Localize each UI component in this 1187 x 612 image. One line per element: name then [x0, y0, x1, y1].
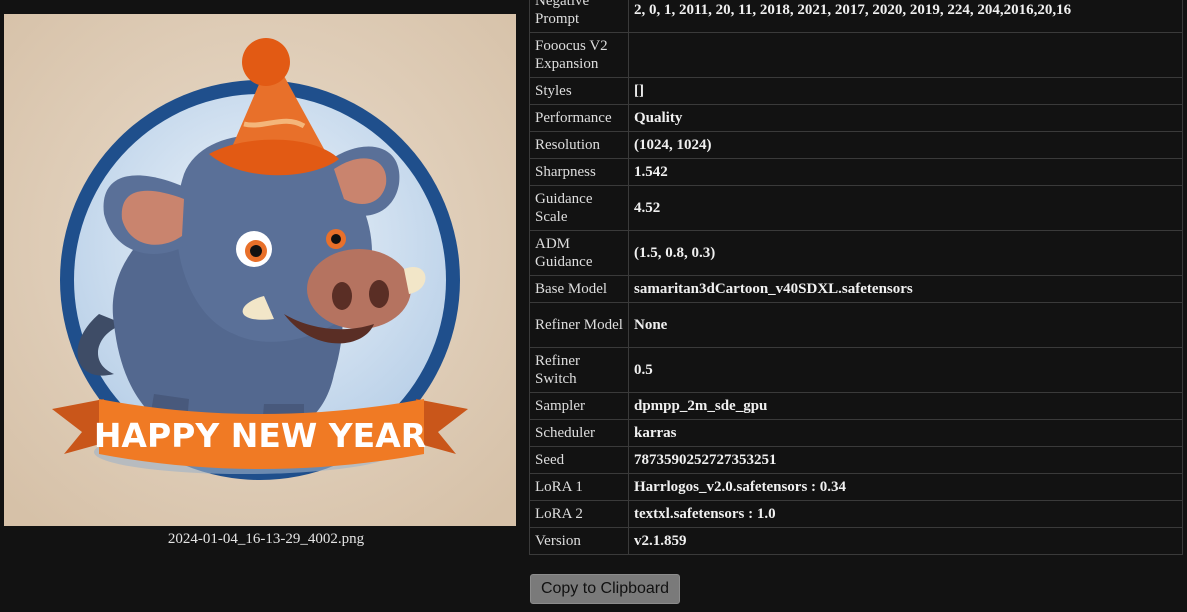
metadata-row: Fooocus V2 Expansion — [529, 32, 1183, 78]
metadata-key: LoRA 2 — [529, 500, 629, 528]
boar-illustration: HAPPY NEW YEAR — [4, 14, 516, 526]
metadata-key: Refiner Model — [529, 302, 629, 348]
metadata-value: v2.1.859 — [628, 527, 1183, 555]
banner-text: HAPPY NEW YEAR — [94, 416, 426, 455]
metadata-row: ADM Guidance (1.5, 0.8, 0.3) — [529, 230, 1183, 276]
metadata-row: Seed 7873590252727353251 — [529, 446, 1183, 474]
metadata-row: Version v2.1.859 — [529, 527, 1183, 555]
metadata-row: Refiner Switch 0.5 — [529, 347, 1183, 393]
metadata-key: Refiner Switch — [529, 347, 629, 393]
metadata-value: 7873590252727353251 — [628, 446, 1183, 474]
generated-image[interactable]: HAPPY NEW YEAR — [4, 14, 516, 526]
metadata-key: Performance — [529, 104, 629, 132]
metadata-value: Quality — [628, 104, 1183, 132]
metadata-key: Guidance Scale — [529, 185, 629, 231]
metadata-key: Seed — [529, 446, 629, 474]
metadata-row: Base Model samaritan3dCartoon_v40SDXL.saf… — [529, 275, 1183, 303]
metadata-value: karras — [628, 419, 1183, 447]
metadata-key: Negative Prompt — [529, 0, 629, 33]
metadata-value: Harrlogos_v2.0.safetensors : 0.34 — [628, 473, 1183, 501]
metadata-value: samaritan3dCartoon_v40SDXL.safetensors — [628, 275, 1183, 303]
metadata-value: [] — [628, 77, 1183, 105]
metadata-value: 1.542 — [628, 158, 1183, 186]
image-filename: 2024-01-04_16-13-29_4002.png — [167, 531, 365, 547]
metadata-row: Styles[] — [529, 77, 1183, 105]
metadata-row: LoRA 1 Harrlogos_v2.0.safetensors : 0.34 — [529, 473, 1183, 501]
metadata-value: 4.52 — [628, 185, 1183, 231]
copy-to-clipboard-button[interactable]: Copy to Clipboard — [530, 574, 680, 604]
metadata-row: Scheduler karras — [529, 419, 1183, 447]
metadata-key: Scheduler — [529, 419, 629, 447]
metadata-value: textxl.safetensors : 1.0 — [628, 500, 1183, 528]
metadata-value: (1024, 1024) — [628, 131, 1183, 159]
metadata-key: ADM Guidance — [529, 230, 629, 276]
metadata-key: Sampler — [529, 392, 629, 420]
metadata-row: LoRA 2 textxl.safetensors : 1.0 — [529, 500, 1183, 528]
metadata-row: Refiner Model None — [529, 302, 1183, 348]
metadata-key: Fooocus V2 Expansion — [529, 32, 629, 78]
metadata-row: Guidance Scale 4.52 — [529, 185, 1183, 231]
metadata-row: Sampler dpmpp_2m_sde_gpu — [529, 392, 1183, 420]
metadata-key: Resolution — [529, 131, 629, 159]
metadata-value — [628, 32, 1183, 78]
metadata-value: (1.5, 0.8, 0.3) — [628, 230, 1183, 276]
metadata-key: Styles — [529, 77, 629, 105]
metadata-row: Resolution (1024, 1024) — [529, 131, 1183, 159]
metadata-key: Base Model — [529, 275, 629, 303]
metadata-table: Negative Prompt 2, 0, 1, 2011, 20, 11, 20… — [529, 0, 1183, 555]
metadata-value: dpmpp_2m_sde_gpu — [628, 392, 1183, 420]
metadata-key: LoRA 1 — [529, 473, 629, 501]
metadata-value: 2, 0, 1, 2011, 20, 11, 2018, 2021, 2017,… — [628, 0, 1183, 33]
metadata-key: Version — [529, 527, 629, 555]
metadata-row: Negative Prompt 2, 0, 1, 2011, 20, 11, 20… — [529, 0, 1183, 33]
metadata-key: Sharpness — [529, 158, 629, 186]
metadata-row: Performance Quality — [529, 104, 1183, 132]
metadata-value: None — [628, 302, 1183, 348]
metadata-row: Sharpness 1.542 — [529, 158, 1183, 186]
metadata-value: 0.5 — [628, 347, 1183, 393]
